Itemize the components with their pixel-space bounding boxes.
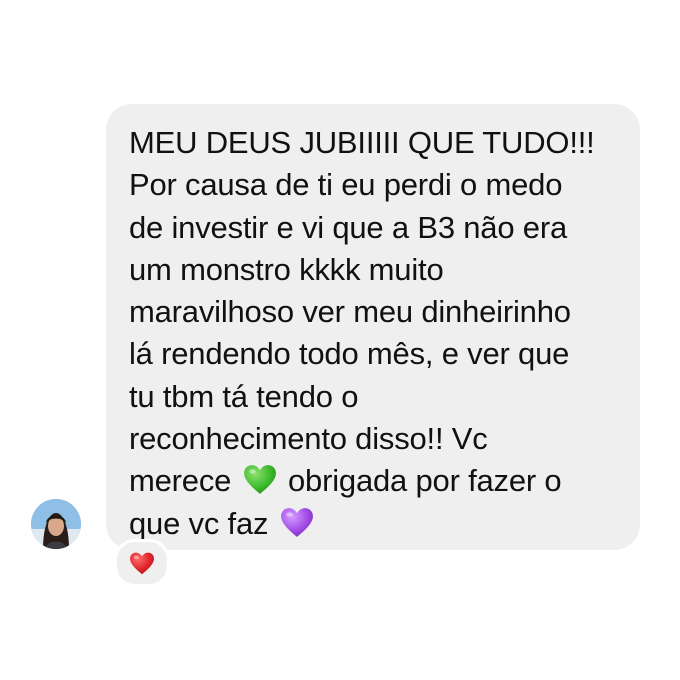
message-text-que-vc-faz: que vc faz bbox=[129, 505, 269, 541]
message-bubble[interactable]: MEU DEUS JUBIIIII QUE TUDO!!! Por causa … bbox=[106, 104, 640, 550]
sender-avatar[interactable] bbox=[31, 499, 81, 549]
green-heart-icon bbox=[243, 465, 276, 495]
reaction-badge[interactable] bbox=[114, 539, 170, 587]
red-heart-icon bbox=[130, 552, 154, 575]
message-line-3: de investir e vi que a B3 não era bbox=[129, 209, 568, 245]
message-line-9: merece obrigada por fazer o bbox=[129, 460, 624, 502]
message-line-2: Por causa de ti eu perdi o medo bbox=[129, 167, 563, 203]
purple-heart-icon bbox=[280, 507, 313, 537]
message-line-1: MEU DEUS JUBIIIII QUE TUDO!!! bbox=[129, 125, 595, 160]
chat-stage: MEU DEUS JUBIIIII QUE TUDO!!! Por causa … bbox=[0, 0, 680, 680]
avatar-image bbox=[31, 499, 81, 549]
message-line-5: maravilhoso ver meu dinheirinho bbox=[129, 294, 571, 330]
message-line-4: um monstro kkkk muito bbox=[129, 251, 444, 287]
message-line-6: lá rendendo todo mês, e ver que bbox=[129, 336, 570, 372]
message-text-merece: merece bbox=[129, 463, 232, 499]
message-line-7: tu tbm tá tendo o bbox=[129, 378, 359, 414]
message-line-10: que vc faz bbox=[129, 503, 624, 545]
message-text-obrigada: obrigada por fazer o bbox=[288, 463, 562, 499]
message-line-8: reconhecimento disso!! Vc bbox=[129, 421, 488, 457]
